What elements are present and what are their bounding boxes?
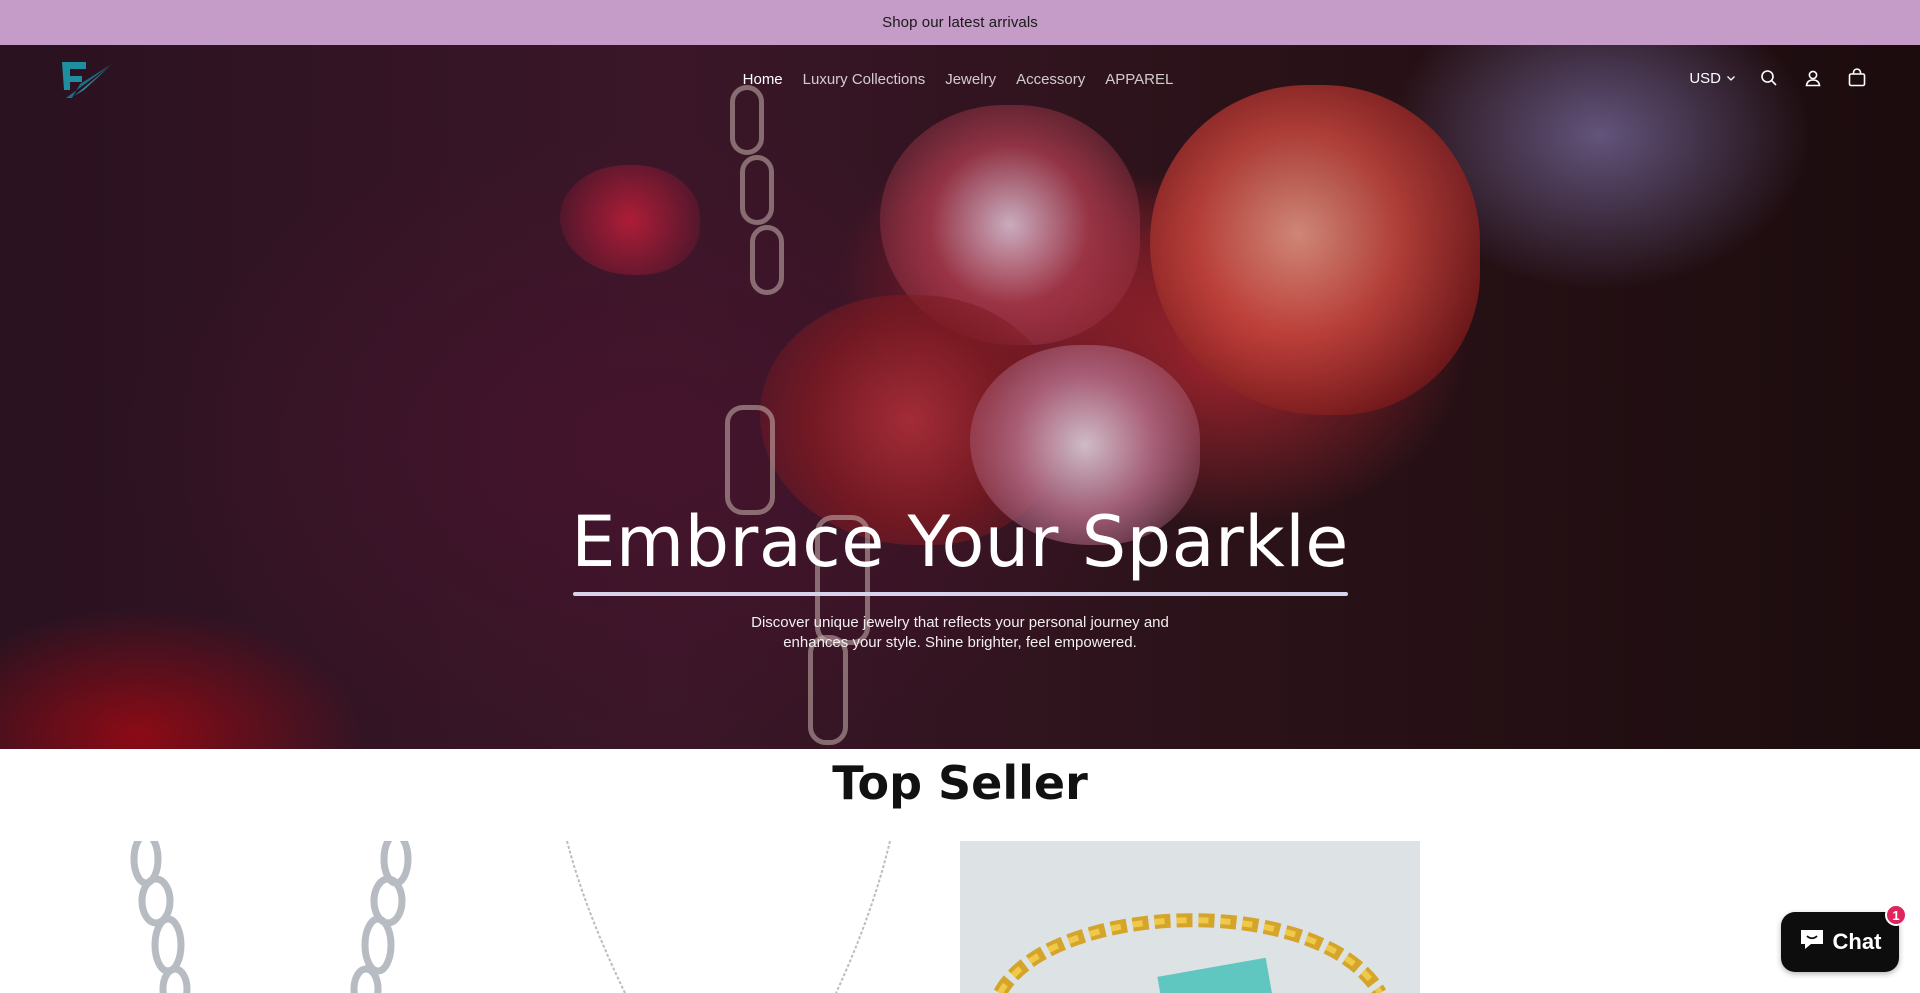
hero-chain-link [750, 225, 784, 295]
announcement-text[interactable]: Shop our latest arrivals [882, 14, 1038, 31]
product-image [566, 841, 891, 993]
nav-item-jewelry[interactable]: Jewelry [945, 71, 996, 88]
header-tools: USD [1689, 67, 1868, 89]
cart-icon[interactable] [1846, 67, 1868, 89]
product-image [960, 841, 1420, 993]
currency-selector[interactable]: USD [1689, 70, 1736, 87]
nav-item-luxury-collections[interactable]: Luxury Collections [803, 71, 926, 88]
top-seller-title: Top Seller [832, 756, 1088, 810]
hero-title: Embrace Your Sparkle [571, 501, 1349, 583]
hero-chain-link [725, 405, 775, 515]
site-header: Home Luxury Collections Jewelry Accessor… [0, 45, 1920, 115]
currency-label: USD [1689, 69, 1721, 87]
chevron-down-icon [1726, 70, 1736, 87]
nav-item-accessory[interactable]: Accessory [1016, 71, 1085, 88]
main-nav: Home Luxury Collections Jewelry Accessor… [0, 71, 1920, 88]
nav-item-home[interactable]: Home [743, 71, 783, 88]
nav-item-apparel[interactable]: APPAREL [1105, 71, 1173, 88]
chat-button[interactable]: Chat 1 [1781, 904, 1907, 972]
chat-label: Chat [1832, 929, 1882, 954]
account-icon[interactable] [1802, 67, 1824, 89]
hero-title-underline [572, 592, 1348, 596]
product-image [130, 841, 412, 993]
search-icon[interactable] [1758, 67, 1780, 89]
product-grid [0, 841, 1920, 993]
chat-bubble-icon [1799, 927, 1825, 957]
chat-notification-badge: 1 [1885, 904, 1907, 926]
product-card[interactable] [960, 841, 1420, 993]
hero-content: Embrace Your Sparkle Discover unique jew… [0, 500, 1920, 653]
hero-chain-link [740, 155, 774, 225]
product-card[interactable] [60, 841, 460, 993]
announcement-bar[interactable]: Shop our latest arrivals [0, 0, 1920, 45]
hero-subtitle: Discover unique jewelry that reflects yo… [751, 614, 1169, 651]
product-card[interactable] [510, 841, 950, 993]
hero-petal [1150, 85, 1480, 415]
hero-petal [560, 165, 700, 275]
